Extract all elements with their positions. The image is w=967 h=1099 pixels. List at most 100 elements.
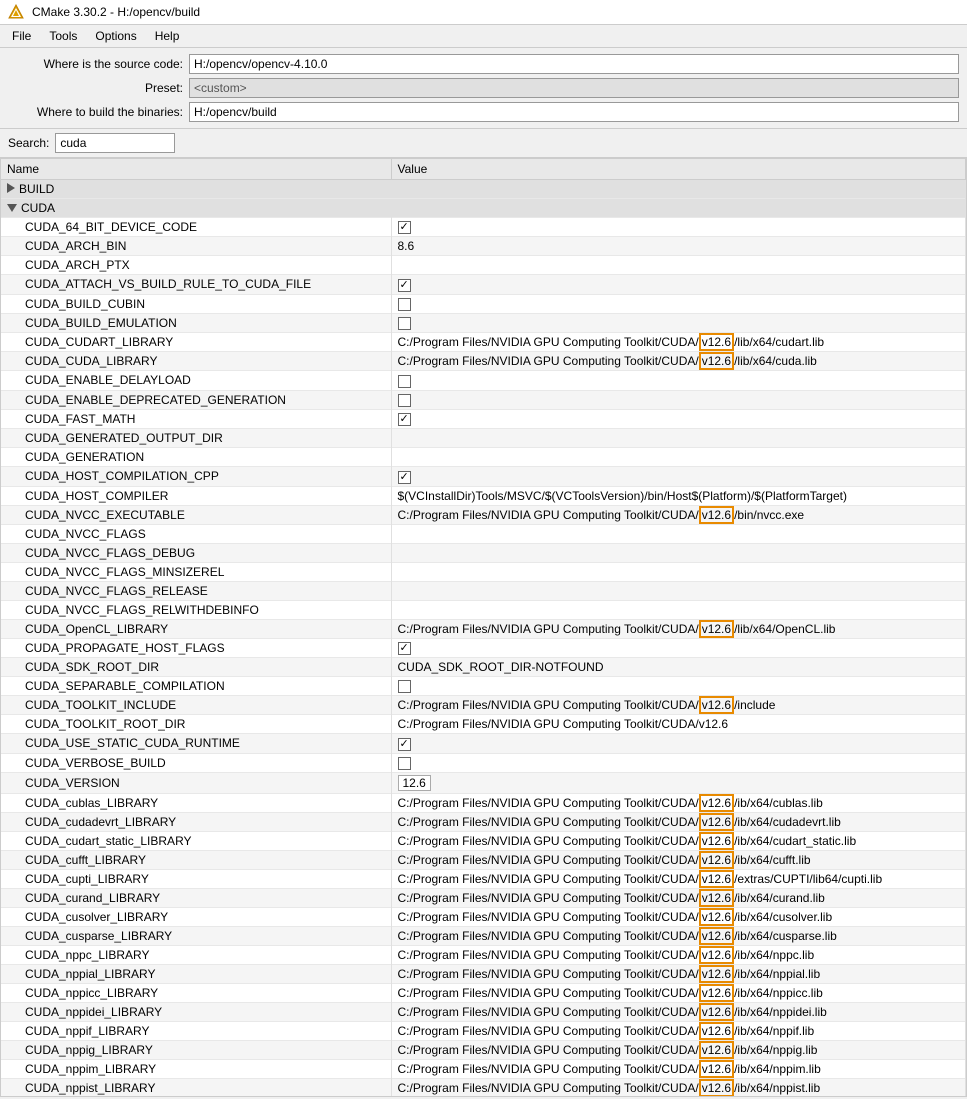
value-text-before: C:/Program Files/NVIDIA GPU Computing To… (398, 815, 699, 829)
value-cell[interactable]: C:/Program Files/NVIDIA GPU Computing To… (391, 1059, 966, 1078)
value-cell[interactable] (391, 429, 966, 448)
value-cell[interactable] (391, 734, 966, 753)
menu-options[interactable]: Options (87, 27, 144, 45)
value-cell[interactable]: C:/Program Files/NVIDIA GPU Computing To… (391, 812, 966, 831)
value-cell[interactable] (391, 313, 966, 332)
value-cell[interactable]: C:/Program Files/NVIDIA GPU Computing To… (391, 352, 966, 371)
name-cell: CUDA_NVCC_FLAGS_MINSIZEREL (1, 562, 391, 581)
group-name-cell[interactable]: BUILD (1, 180, 966, 199)
name-cell: CUDA_HOST_COMPILER (1, 486, 391, 505)
value-cell[interactable]: C:/Program Files/NVIDIA GPU Computing To… (391, 505, 966, 524)
checkbox-widget[interactable] (398, 375, 411, 388)
value-cell[interactable] (391, 256, 966, 275)
value-cell[interactable]: C:/Program Files/NVIDIA GPU Computing To… (391, 850, 966, 869)
value-cell[interactable] (391, 371, 966, 390)
menu-tools[interactable]: Tools (41, 27, 85, 45)
source-input[interactable] (189, 54, 959, 74)
value-cell[interactable]: C:/Program Files/NVIDIA GPU Computing To… (391, 869, 966, 888)
value-cell[interactable]: C:/Program Files/NVIDIA GPU Computing To… (391, 983, 966, 1002)
table-row: CUDA_HOST_COMPILATION_CPP (1, 467, 966, 486)
value-cell[interactable]: C:/Program Files/NVIDIA GPU Computing To… (391, 1021, 966, 1040)
value-cell[interactable] (391, 638, 966, 657)
checkbox-widget[interactable] (398, 279, 411, 292)
value-text-after: /ib/x64/cudart_static.lib (734, 834, 856, 848)
checkbox-widget[interactable] (398, 642, 411, 655)
value-cell[interactable] (391, 294, 966, 313)
value-text-after: /ib/x64/nppc.lib (734, 948, 814, 962)
value-cell[interactable]: C:/Program Files/NVIDIA GPU Computing To… (391, 831, 966, 850)
value-cell[interactable] (391, 467, 966, 486)
value-cell[interactable] (391, 600, 966, 619)
value-text-before: C:/Program Files/NVIDIA GPU Computing To… (398, 1005, 699, 1019)
name-cell: CUDA_cublas_LIBRARY (1, 793, 391, 812)
binaries-row: Where to build the binaries: (8, 102, 959, 122)
value-cell[interactable]: C:/Program Files/NVIDIA GPU Computing To… (391, 333, 966, 352)
table-row: CUDA_BUILD_CUBIN (1, 294, 966, 313)
value-cell[interactable] (391, 676, 966, 695)
value-cell[interactable] (391, 753, 966, 772)
table-row[interactable]: CUDA (1, 199, 966, 218)
value-highlight: v12.6 (699, 333, 734, 351)
value-highlight: v12.6 (699, 832, 734, 850)
checkbox-widget[interactable] (398, 413, 411, 426)
value-cell[interactable]: C:/Program Files/NVIDIA GPU Computing To… (391, 907, 966, 926)
value-text-before: C:/Program Files/NVIDIA GPU Computing To… (398, 1081, 699, 1095)
value-highlight: v12.6 (699, 1003, 734, 1021)
value-cell[interactable]: C:/Program Files/NVIDIA GPU Computing To… (391, 1002, 966, 1021)
checkbox-widget[interactable] (398, 680, 411, 693)
table-row: CUDA_TOOLKIT_INCLUDEC:/Program Files/NVI… (1, 696, 966, 715)
name-cell: CUDA_BUILD_CUBIN (1, 294, 391, 313)
checkbox-widget[interactable] (398, 317, 411, 330)
value-text-after: /ib/x64/cublas.lib (734, 796, 823, 810)
value-cell[interactable]: $(VCInstallDir)Tools/MSVC/$(VCToolsVersi… (391, 486, 966, 505)
value-cell[interactable] (391, 543, 966, 562)
checkbox-widget[interactable] (398, 394, 411, 407)
value-cell[interactable]: C:/Program Files/NVIDIA GPU Computing To… (391, 1040, 966, 1059)
value-cell[interactable] (391, 562, 966, 581)
checkbox-widget[interactable] (398, 298, 411, 311)
value-cell[interactable]: C:/Program Files/NVIDIA GPU Computing To… (391, 793, 966, 812)
checkbox-widget[interactable] (398, 757, 411, 770)
name-cell: CUDA_curand_LIBRARY (1, 888, 391, 907)
value-cell[interactable]: C:/Program Files/NVIDIA GPU Computing To… (391, 926, 966, 945)
value-cell[interactable]: CUDA_SDK_ROOT_DIR-NOTFOUND (391, 657, 966, 676)
value-cell[interactable]: 8.6 (391, 237, 966, 256)
group-name-cell[interactable]: CUDA (1, 199, 966, 218)
value-cell[interactable] (391, 390, 966, 409)
value-highlight: v12.6 (699, 965, 734, 983)
value-text-before: C:/Program Files/NVIDIA GPU Computing To… (398, 986, 699, 1000)
value-cell[interactable]: 12.6 (391, 772, 966, 793)
value-text-before: C:/Program Files/NVIDIA GPU Computing To… (398, 796, 699, 810)
table-row: CUDA_SDK_ROOT_DIRCUDA_SDK_ROOT_DIR-NOTFO… (1, 657, 966, 676)
value-text-after: /ib/x64/nppist.lib (734, 1081, 820, 1095)
value-cell[interactable]: C:/Program Files/NVIDIA GPU Computing To… (391, 696, 966, 715)
search-area: Search: (0, 129, 967, 158)
value-cell[interactable] (391, 218, 966, 237)
value-cell[interactable] (391, 275, 966, 294)
menu-file[interactable]: File (4, 27, 39, 45)
checkbox-widget[interactable] (398, 738, 411, 751)
value-cell[interactable]: C:/Program Files/NVIDIA GPU Computing To… (391, 619, 966, 638)
checkbox-widget[interactable] (398, 221, 411, 234)
menu-help[interactable]: Help (147, 27, 188, 45)
value-cell[interactable]: C:/Program Files/NVIDIA GPU Computing To… (391, 945, 966, 964)
value-text-after: /ib/x64/nppif.lib (734, 1024, 814, 1038)
checkbox-widget[interactable] (398, 471, 411, 484)
search-input[interactable] (55, 133, 175, 153)
value-cell[interactable]: C:/Program Files/NVIDIA GPU Computing To… (391, 888, 966, 907)
value-cell[interactable] (391, 581, 966, 600)
table-row[interactable]: BUILD (1, 180, 966, 199)
preset-input[interactable] (189, 78, 959, 98)
value-cell[interactable] (391, 524, 966, 543)
value-cell[interactable]: C:/Program Files/NVIDIA GPU Computing To… (391, 1078, 966, 1097)
table-row: CUDA_HOST_COMPILER$(VCInstallDir)Tools/M… (1, 486, 966, 505)
value-text-before: C:/Program Files/NVIDIA GPU Computing To… (398, 872, 699, 886)
value-cell[interactable] (391, 448, 966, 467)
value-cell[interactable] (391, 409, 966, 428)
value-cell[interactable]: C:/Program Files/NVIDIA GPU Computing To… (391, 715, 966, 734)
value-text-after: /include (734, 698, 775, 712)
value-text-box[interactable]: 12.6 (398, 775, 431, 791)
table-row: CUDA_CUDA_LIBRARYC:/Program Files/NVIDIA… (1, 352, 966, 371)
value-cell[interactable]: C:/Program Files/NVIDIA GPU Computing To… (391, 964, 966, 983)
binaries-input[interactable] (189, 102, 959, 122)
